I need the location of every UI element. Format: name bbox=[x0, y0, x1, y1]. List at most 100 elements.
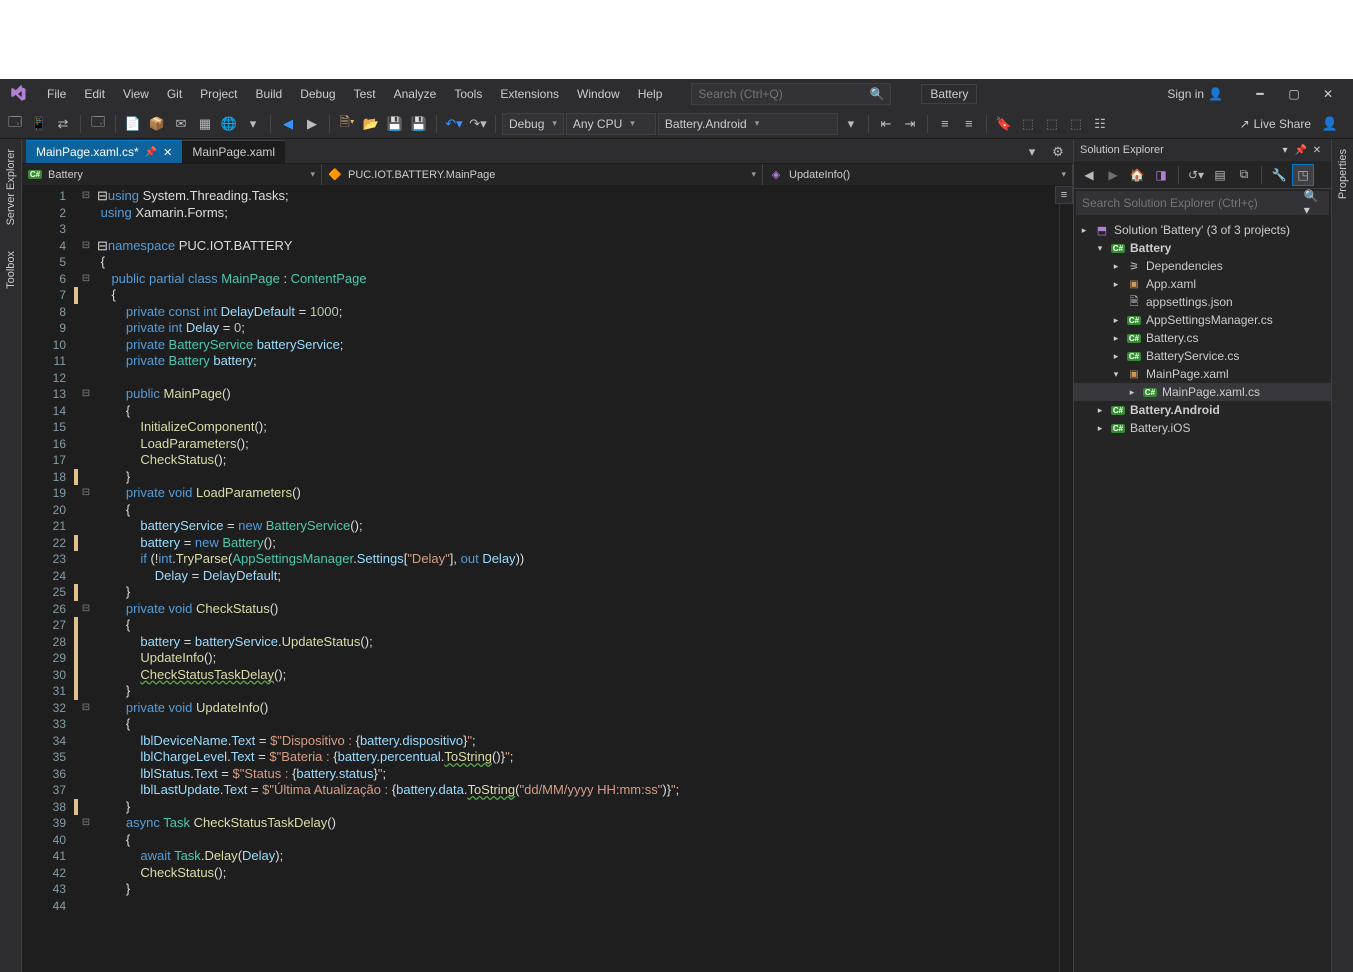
box-icon[interactable]: 📦 bbox=[146, 113, 168, 135]
back-nav-icon[interactable]: ◀ bbox=[277, 113, 299, 135]
outlining-margin[interactable]: ⊟⊟⊟⊟⊟⊟⊟⊟ bbox=[79, 186, 93, 972]
run-dd-icon[interactable]: ▾ bbox=[840, 113, 862, 135]
expand-icon[interactable]: ▸ bbox=[1110, 315, 1122, 326]
fwd-icon[interactable]: ▶ bbox=[1102, 164, 1124, 186]
toggle-icon[interactable]: ⇄ bbox=[52, 113, 74, 135]
tree-item[interactable]: ▾▣MainPage.xaml bbox=[1074, 365, 1331, 383]
bookmark-icon[interactable]: 🔖 bbox=[993, 113, 1015, 135]
expand-icon[interactable]: ▾ bbox=[1110, 369, 1122, 380]
b4-icon[interactable]: ☷ bbox=[1089, 113, 1111, 135]
minimize-button[interactable]: ━ bbox=[1243, 83, 1277, 105]
solution-search-input[interactable] bbox=[1082, 196, 1304, 210]
platform-combo[interactable]: Any CPU▾ bbox=[566, 113, 656, 135]
undo-icon[interactable]: ↶▾ bbox=[443, 113, 465, 135]
switch-view-icon[interactable]: ◨ bbox=[1150, 164, 1172, 186]
panel-close-icon[interactable]: ✕ bbox=[1309, 142, 1325, 158]
startup-combo[interactable]: Battery.Android▾ bbox=[658, 113, 838, 135]
dd-icon[interactable]: ▾ bbox=[242, 113, 264, 135]
expand-icon[interactable]: ▸ bbox=[1126, 387, 1138, 398]
tabs-overflow-icon[interactable]: ▾ bbox=[1021, 141, 1043, 163]
tabs-settings-icon[interactable]: ⚙ bbox=[1047, 141, 1069, 163]
mail-icon[interactable]: ✉ bbox=[170, 113, 192, 135]
person-icon[interactable]: 👤 bbox=[1319, 113, 1341, 135]
tool-icon[interactable]: 🗔 bbox=[87, 113, 109, 135]
pin-icon[interactable]: 📌 bbox=[1293, 142, 1309, 158]
b3-icon[interactable]: ⬚ bbox=[1065, 113, 1087, 135]
solution-search[interactable]: 🔍▾ bbox=[1076, 191, 1329, 215]
menu-help[interactable]: Help bbox=[629, 83, 672, 105]
indent-icon[interactable]: ⇤ bbox=[875, 113, 897, 135]
expand-icon[interactable]: ▸ bbox=[1094, 423, 1106, 434]
tree-item[interactable]: ▸C#AppSettingsManager.cs bbox=[1074, 311, 1331, 329]
show-all-icon[interactable]: ◳ bbox=[1292, 164, 1314, 186]
tree-item[interactable]: ▸C#BatteryService.cs bbox=[1074, 347, 1331, 365]
toolbox-tab[interactable]: Toolbox bbox=[3, 245, 19, 295]
redo-icon[interactable]: ↷▾ bbox=[467, 113, 489, 135]
panel-menu-icon[interactable]: ▾ bbox=[1277, 142, 1293, 158]
device-icon[interactable]: 📱 bbox=[28, 113, 50, 135]
menu-project[interactable]: Project bbox=[191, 83, 246, 105]
open-icon[interactable]: 📂 bbox=[360, 113, 382, 135]
phone-icon[interactable]: 📄 bbox=[122, 113, 144, 135]
pin-icon[interactable]: 📌 bbox=[145, 147, 157, 158]
menu-test[interactable]: Test bbox=[345, 83, 385, 105]
tree-item[interactable]: ▾C#Battery bbox=[1074, 239, 1331, 257]
menu-build[interactable]: Build bbox=[247, 83, 292, 105]
expand-icon[interactable]: ▸ bbox=[1094, 405, 1106, 416]
menu-file[interactable]: File bbox=[38, 83, 75, 105]
tree-item[interactable]: ▸⬒Solution 'Battery' (3 of 3 projects) bbox=[1074, 221, 1331, 239]
expand-icon[interactable]: ▸ bbox=[1110, 261, 1122, 272]
solution-tree[interactable]: ▸⬒Solution 'Battery' (3 of 3 projects)▾C… bbox=[1074, 217, 1331, 972]
nav-class-combo[interactable]: 🔶 PUC.IOT.BATTERY.MainPage ▾ bbox=[322, 164, 763, 185]
menu-analyze[interactable]: Analyze bbox=[385, 83, 446, 105]
home-icon[interactable]: 🏠 bbox=[1126, 164, 1148, 186]
quick-launch-search[interactable]: 🔍 bbox=[691, 83, 891, 105]
properties-tab[interactable]: Properties bbox=[1335, 143, 1351, 205]
b1-icon[interactable]: ⬚ bbox=[1017, 113, 1039, 135]
menu-edit[interactable]: Edit bbox=[75, 83, 114, 105]
close-icon[interactable]: ✕ bbox=[163, 146, 172, 159]
scrollbar-minimap[interactable] bbox=[1059, 186, 1073, 972]
solution-name-box[interactable]: Battery bbox=[921, 84, 977, 104]
grid-icon[interactable]: ▦ bbox=[194, 113, 216, 135]
expand-icon[interactable]: ▸ bbox=[1078, 225, 1090, 236]
tree-item[interactable]: ▸⚞Dependencies bbox=[1074, 257, 1331, 275]
save-icon[interactable]: 💾 bbox=[384, 113, 406, 135]
menu-git[interactable]: Git bbox=[158, 83, 191, 105]
nav-member-combo[interactable]: ◈ UpdateInfo() ▾ bbox=[763, 164, 1073, 185]
comment-icon[interactable]: ≡ bbox=[934, 113, 956, 135]
close-button[interactable]: ✕ bbox=[1311, 83, 1345, 105]
save-all-icon[interactable]: 💾 bbox=[408, 113, 430, 135]
collapse-icon[interactable]: ⧉ bbox=[1233, 164, 1255, 186]
maximize-button[interactable]: ▢ bbox=[1277, 83, 1311, 105]
menu-debug[interactable]: Debug bbox=[291, 83, 344, 105]
search-input[interactable] bbox=[698, 87, 884, 101]
expand-icon[interactable]: ▸ bbox=[1110, 279, 1122, 290]
b2-icon[interactable]: ⬚ bbox=[1041, 113, 1063, 135]
new-item-icon[interactable]: 🗎▾ bbox=[336, 113, 358, 135]
tree-item[interactable]: ▸▣App.xaml bbox=[1074, 275, 1331, 293]
back-icon[interactable]: ◀ bbox=[1078, 164, 1100, 186]
live-share-button[interactable]: ↗ Live Share bbox=[1240, 117, 1311, 131]
doc-tab[interactable]: MainPage.xaml bbox=[182, 140, 285, 163]
tree-item[interactable]: 🗎appsettings.json bbox=[1074, 293, 1331, 311]
filter-icon[interactable]: ▤ bbox=[1209, 164, 1231, 186]
expand-icon[interactable]: ▸ bbox=[1110, 333, 1122, 344]
expand-icon[interactable]: ▾ bbox=[1094, 243, 1106, 254]
outdent-icon[interactable]: ⇥ bbox=[899, 113, 921, 135]
nav-project-combo[interactable]: C# Battery ▾ bbox=[22, 164, 322, 185]
menu-window[interactable]: Window bbox=[568, 83, 629, 105]
expand-icon[interactable]: ▸ bbox=[1110, 351, 1122, 362]
tree-item[interactable]: ▸C#Battery.cs bbox=[1074, 329, 1331, 347]
config-combo[interactable]: Debug▾ bbox=[502, 113, 564, 135]
uncomment-icon[interactable]: ≡ bbox=[958, 113, 980, 135]
sign-in-button[interactable]: Sign in 👤 bbox=[1167, 87, 1223, 101]
globe-icon[interactable]: 🌐 bbox=[218, 113, 240, 135]
split-editor-icon[interactable]: ≡ bbox=[1055, 186, 1073, 204]
menu-extensions[interactable]: Extensions bbox=[491, 83, 568, 105]
tree-item[interactable]: ▸C#MainPage.xaml.cs bbox=[1074, 383, 1331, 401]
menu-tools[interactable]: Tools bbox=[445, 83, 491, 105]
wrench-icon[interactable]: 🔧 bbox=[1268, 164, 1290, 186]
doc-tab[interactable]: MainPage.xaml.cs*📌✕ bbox=[26, 140, 182, 163]
tree-item[interactable]: ▸C#Battery.Android bbox=[1074, 401, 1331, 419]
